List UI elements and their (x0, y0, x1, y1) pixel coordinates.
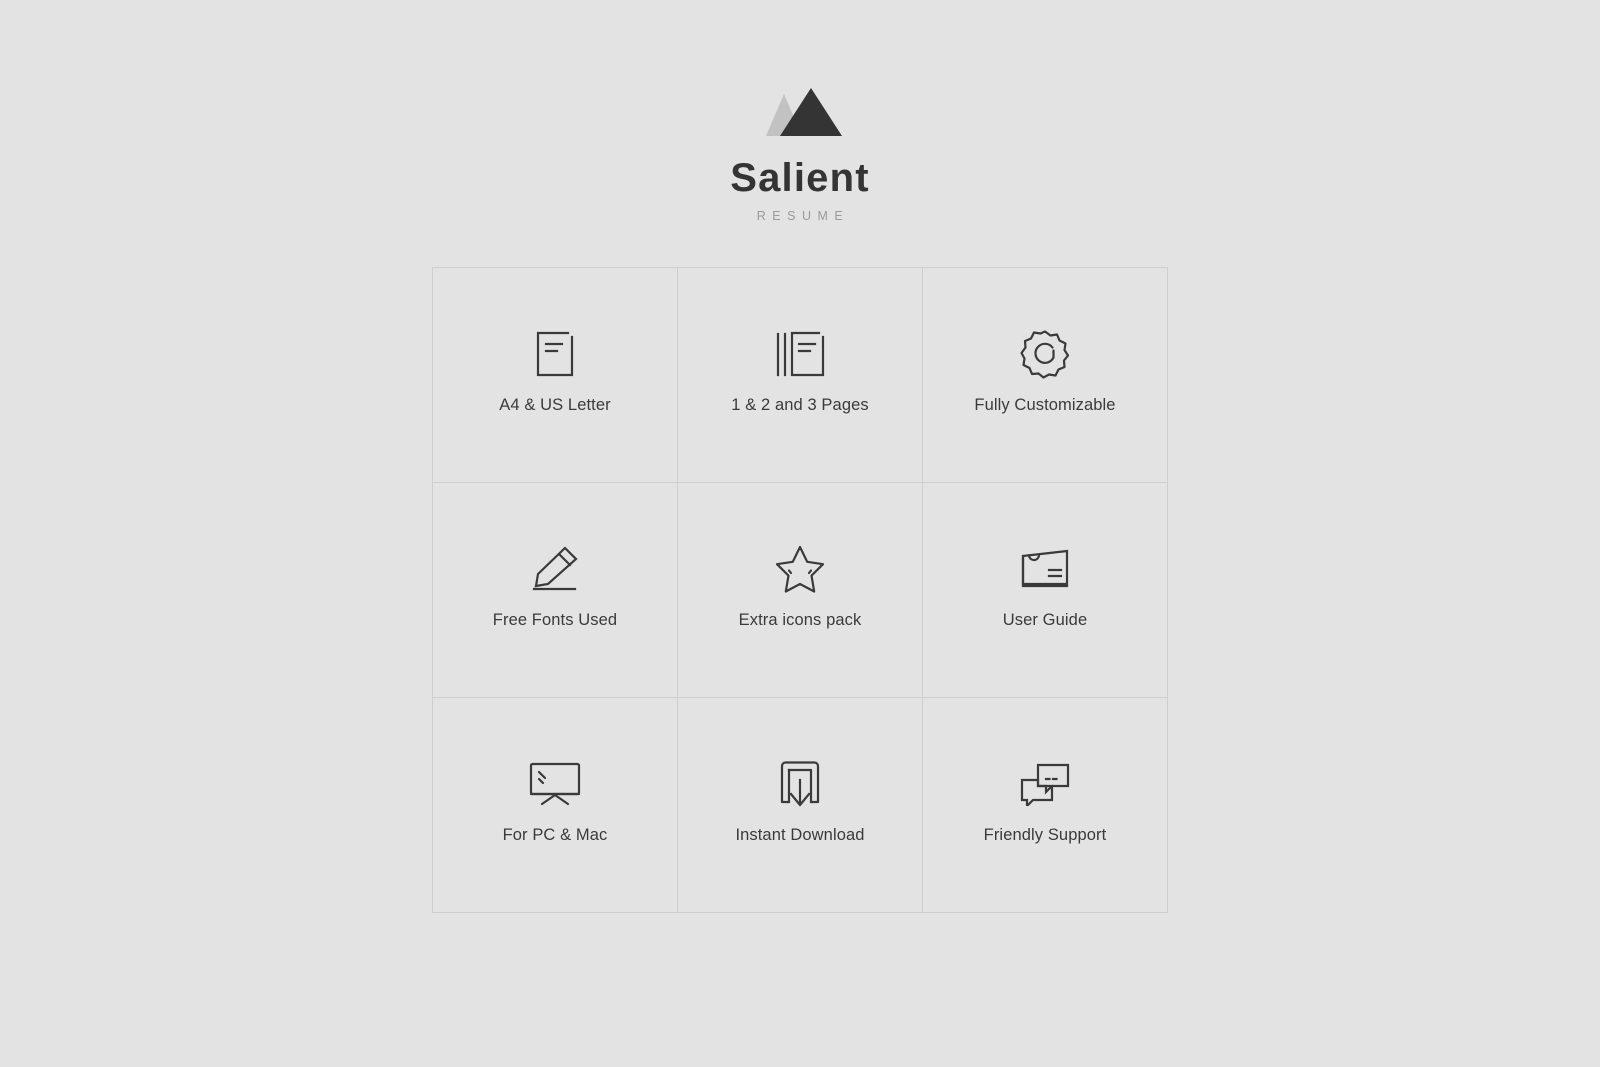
feature-label: User Guide (1002, 610, 1088, 629)
feature-cell[interactable]: A4 & US Letter (433, 267, 678, 483)
gear-icon (1017, 326, 1073, 382)
brand-subtitle: RESUME (756, 209, 850, 223)
brand-block: Salient RESUME (730, 86, 870, 223)
feature-cell[interactable]: Extra icons pack (678, 482, 923, 698)
document-icon (527, 326, 583, 382)
monitor-icon (527, 756, 583, 812)
chat-bubbles-icon (1017, 756, 1073, 812)
feature-label: Free Fonts Used (492, 610, 618, 629)
feature-label: For PC & Mac (502, 825, 608, 844)
feature-cell[interactable]: User Guide (923, 482, 1168, 698)
feature-label: Friendly Support (983, 825, 1107, 844)
feature-label: Extra icons pack (738, 610, 862, 629)
feature-cell[interactable]: 1 & 2 and 3 Pages (678, 267, 923, 483)
feature-grid-slide: Salient RESUME A4 & US Letter 1 & 2 and … (0, 0, 1600, 1067)
feature-cell[interactable]: Free Fonts Used (433, 482, 678, 698)
feature-cell[interactable]: For PC & Mac (433, 697, 678, 913)
folder-icon (1017, 541, 1073, 597)
feature-label: Instant Download (735, 825, 865, 844)
feature-label: 1 & 2 and 3 Pages (731, 395, 869, 414)
feature-cell[interactable]: Instant Download (678, 697, 923, 913)
feature-cell[interactable]: Fully Customizable (923, 267, 1168, 483)
stacked-pages-icon (772, 326, 828, 382)
download-icon (772, 756, 828, 812)
feature-label: A4 & US Letter (499, 395, 611, 414)
brand-name: Salient (730, 156, 870, 200)
feature-grid: A4 & US Letter 1 & 2 and 3 Pages Fully C… (432, 266, 1168, 913)
feature-cell[interactable]: Friendly Support (923, 697, 1168, 913)
star-icon (772, 541, 828, 597)
pen-writing-icon (527, 541, 583, 597)
mountain-logo-icon (754, 86, 846, 142)
feature-label: Fully Customizable (974, 395, 1116, 414)
